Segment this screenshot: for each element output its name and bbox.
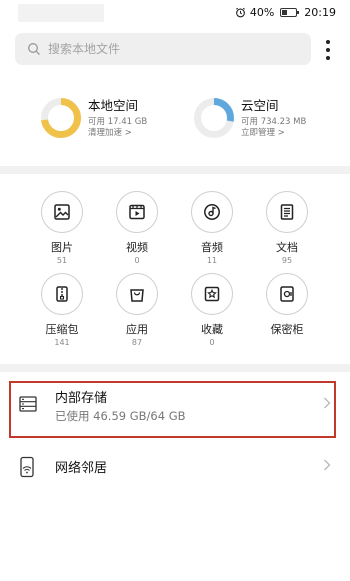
internal-storage-row[interactable]: 内部存储 已使用 46.59 GB/64 GB <box>0 381 350 438</box>
manage-now-link[interactable]: 立即管理 > <box>241 128 306 139</box>
category-archives[interactable]: 压缩包 141 <box>27 273 97 348</box>
favorite-icon <box>204 286 220 302</box>
document-icon <box>280 204 294 220</box>
local-storage-card[interactable]: 本地空间 可用 17.41 GB 清理加速 > <box>40 97 147 139</box>
clock: 20:19 <box>304 6 336 19</box>
video-icon <box>129 204 145 220</box>
audio-icon <box>204 204 220 220</box>
network-neighborhood-title: 网络邻居 <box>55 461 108 476</box>
network-device-icon <box>20 456 34 478</box>
cloud-storage-card[interactable]: 云空间 可用 734.23 MB 立即管理 > <box>193 97 306 139</box>
section-divider <box>0 364 350 372</box>
section-divider <box>0 166 350 174</box>
local-storage-ring-icon <box>41 98 81 138</box>
cloud-storage-title: 云空间 <box>241 97 279 113</box>
search-input[interactable] <box>48 42 278 56</box>
more-options-icon[interactable] <box>322 38 334 62</box>
category-documents[interactable]: 文档 95 <box>252 191 322 266</box>
search-icon <box>28 43 40 55</box>
cloud-storage-ring-icon <box>194 98 234 138</box>
battery-percent: 40% <box>249 6 275 19</box>
image-icon <box>54 204 70 220</box>
category-apps[interactable]: 应用 87 <box>102 273 172 348</box>
storage-icon <box>19 396 37 412</box>
internal-storage-title: 内部存储 <box>55 391 108 406</box>
category-favorites[interactable]: 收藏 0 <box>177 273 247 348</box>
chevron-right-icon <box>324 397 331 409</box>
network-neighborhood-row[interactable]: 网络邻居 <box>0 446 350 486</box>
archive-icon <box>56 286 68 302</box>
search-bar[interactable] <box>15 33 311 65</box>
chevron-right-icon: > <box>124 127 132 138</box>
local-storage-available: 可用 17.41 GB <box>88 116 148 127</box>
safe-icon <box>280 286 294 302</box>
category-images[interactable]: 图片 51 <box>27 191 97 266</box>
internal-storage-usage: 已使用 46.59 GB/64 GB <box>55 409 186 423</box>
category-videos[interactable]: 视频 0 <box>102 191 172 266</box>
category-audio[interactable]: 音频 11 <box>177 191 247 266</box>
status-bar: 40% 20:19 <box>0 0 350 26</box>
status-placeholder <box>18 4 104 22</box>
category-safe[interactable]: 保密柜 <box>252 273 322 338</box>
cloud-storage-available: 可用 734.23 MB <box>241 116 307 127</box>
app-icon <box>130 289 144 302</box>
status-right: 40% 20:19 <box>235 6 336 19</box>
chevron-right-icon: > <box>277 127 285 138</box>
chevron-right-icon <box>324 459 331 471</box>
alarm-icon <box>235 7 245 18</box>
battery-icon <box>280 8 300 17</box>
clean-accelerate-link[interactable]: 清理加速 > <box>88 128 147 139</box>
local-storage-title: 本地空间 <box>88 97 139 113</box>
